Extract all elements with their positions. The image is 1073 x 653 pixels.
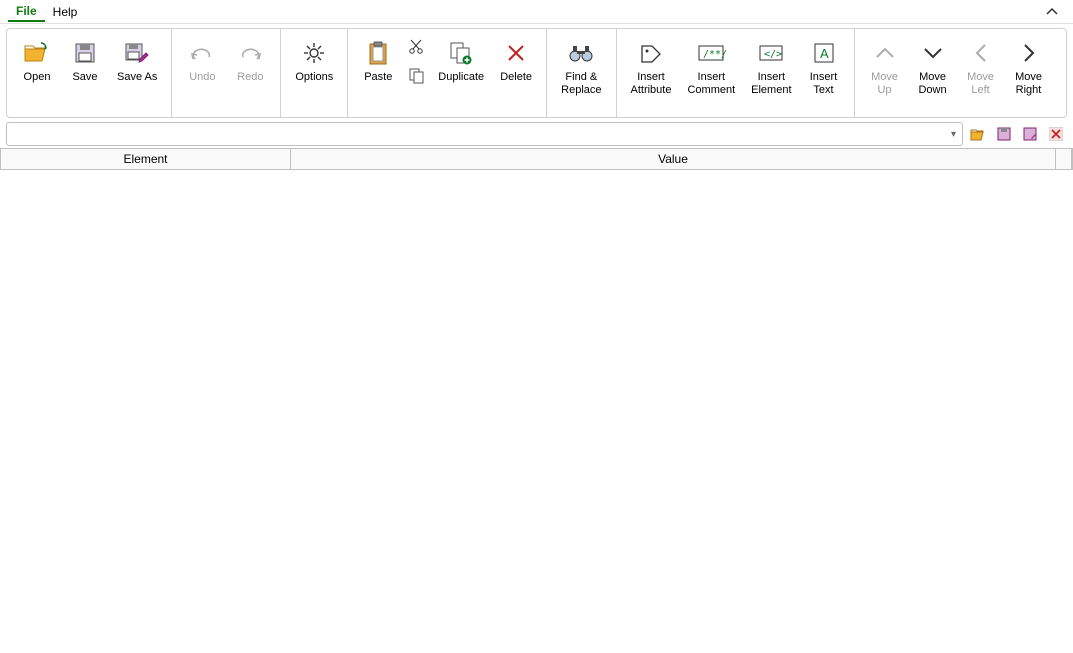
text-a-icon: A bbox=[808, 37, 840, 69]
chevron-up-icon bbox=[869, 37, 901, 69]
move-left-button[interactable]: Move Left bbox=[957, 33, 1005, 113]
delete-button[interactable]: Delete bbox=[492, 33, 540, 113]
breadcrumb-bar[interactable]: ▾ bbox=[6, 122, 963, 146]
svg-text:</>: </> bbox=[764, 49, 782, 60]
options-button[interactable]: Options bbox=[287, 33, 341, 113]
tag-icon bbox=[635, 37, 667, 69]
open-button[interactable]: Open bbox=[13, 33, 61, 113]
close-small-button[interactable] bbox=[1045, 123, 1067, 145]
duplicate-button[interactable]: Duplicate bbox=[430, 33, 492, 113]
delete-x-icon bbox=[500, 37, 532, 69]
ribbon: Open Save Save As Undo Redo Options Past… bbox=[6, 28, 1067, 118]
folder-open-icon bbox=[21, 37, 53, 69]
saveas-button[interactable]: Save As bbox=[109, 33, 165, 113]
move-down-button[interactable]: Move Down bbox=[909, 33, 957, 113]
move-up-button[interactable]: Move Up bbox=[861, 33, 909, 113]
open-folder-small-button[interactable] bbox=[967, 123, 989, 145]
ribbon-collapse-icon[interactable] bbox=[1039, 5, 1065, 19]
gear-icon bbox=[298, 37, 330, 69]
clipboard-icon bbox=[362, 37, 394, 69]
chevron-down-icon bbox=[917, 37, 949, 69]
insert-text-button[interactable]: A Insert Text bbox=[800, 33, 848, 113]
move-right-button[interactable]: Move Right bbox=[1005, 33, 1053, 113]
column-header-element[interactable]: Element bbox=[1, 149, 291, 169]
edit-small-button[interactable] bbox=[1019, 123, 1041, 145]
insert-comment-button[interactable]: /**/ Insert Comment bbox=[679, 33, 743, 113]
menu-file[interactable]: File bbox=[8, 2, 45, 22]
undo-button[interactable]: Undo bbox=[178, 33, 226, 113]
svg-text:A: A bbox=[820, 46, 829, 61]
paste-button[interactable]: Paste bbox=[354, 33, 402, 113]
save-small-button[interactable] bbox=[993, 123, 1015, 145]
comment-code-icon: /**/ bbox=[695, 37, 727, 69]
chevron-right-icon bbox=[1013, 37, 1045, 69]
floppy-pencil-icon bbox=[121, 37, 153, 69]
binoculars-icon bbox=[565, 37, 597, 69]
undo-icon bbox=[186, 37, 218, 69]
cut-button[interactable] bbox=[402, 33, 430, 61]
angle-brackets-icon: </> bbox=[755, 37, 787, 69]
redo-button[interactable]: Redo bbox=[226, 33, 274, 113]
duplicate-icon bbox=[445, 37, 477, 69]
floppy-icon bbox=[69, 37, 101, 69]
find-replace-button[interactable]: Find & Replace bbox=[553, 33, 609, 113]
svg-text:/**/: /**/ bbox=[703, 49, 726, 60]
chevron-left-icon bbox=[965, 37, 997, 69]
scissors-icon bbox=[407, 38, 425, 56]
column-header-value[interactable]: Value bbox=[291, 149, 1056, 169]
copy-icon bbox=[407, 66, 425, 84]
grid-header: Element Value bbox=[0, 148, 1073, 170]
insert-element-button[interactable]: </> Insert Element bbox=[743, 33, 799, 113]
copy-button[interactable] bbox=[402, 61, 430, 89]
dropdown-chevron-icon[interactable]: ▾ bbox=[951, 129, 956, 140]
menubar: File Help bbox=[0, 0, 1073, 24]
redo-icon bbox=[234, 37, 266, 69]
save-button[interactable]: Save bbox=[61, 33, 109, 113]
menu-help[interactable]: Help bbox=[45, 3, 86, 21]
xml-tree-view[interactable] bbox=[0, 182, 1073, 653]
insert-attribute-button[interactable]: Insert Attribute bbox=[623, 33, 680, 113]
